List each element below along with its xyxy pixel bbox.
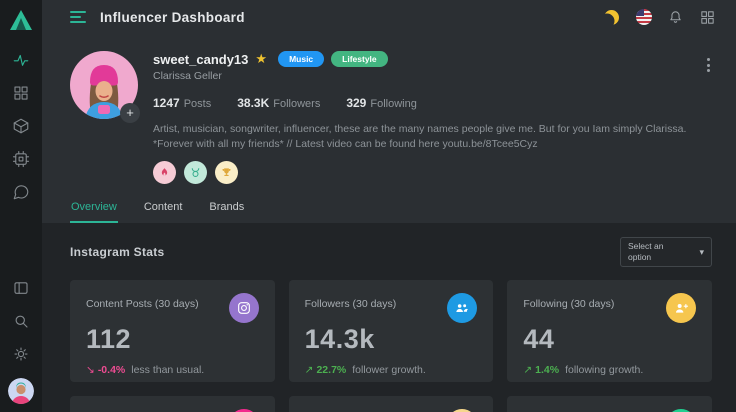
top-header: Influencer Dashboard <box>42 0 736 34</box>
card-following: Following (30 days) 44 ↗ 1.4% following … <box>507 280 712 382</box>
trend-up-arrow-icon: ↗ <box>305 364 314 376</box>
profile-tabs: Overview Content Brands <box>42 196 736 223</box>
card-label: Followers (30 days) <box>305 293 397 310</box>
profile-avatar-wrap: + <box>70 51 138 119</box>
card-growth: ↘ -0.4% less than usual. <box>86 364 259 376</box>
card-profile-views: Profile Views (30 days) <box>507 396 712 412</box>
settings-gear-icon[interactable] <box>12 345 30 363</box>
sidebar-nav <box>12 51 30 201</box>
profile-kebab-menu-icon[interactable] <box>705 56 712 74</box>
card-label: Following (30 days) <box>523 293 614 310</box>
flame-icon <box>153 161 176 184</box>
influencer-dashboard-app: Influencer Dashboard <box>0 0 736 412</box>
section-title: Instagram Stats <box>70 245 165 259</box>
app-logo-triangle-icon[interactable] <box>8 7 34 33</box>
main-area: Influencer Dashboard <box>42 0 736 412</box>
medal-icon <box>184 161 207 184</box>
package-icon[interactable] <box>12 117 30 135</box>
sidebar-bottom <box>12 279 30 363</box>
sidebar-user-avatar[interactable] <box>8 378 34 404</box>
profile-section: + sweet_candy13 ★ Music Lifestyle Claris… <box>42 34 736 196</box>
card-value: 112 <box>86 324 259 355</box>
chevron-down-icon: ▾ <box>699 247 704 258</box>
tab-content[interactable]: Content <box>143 196 184 223</box>
hamburger-menu-icon[interactable] <box>70 11 88 23</box>
page-title: Influencer Dashboard <box>100 10 245 25</box>
dashboard-grid-icon[interactable] <box>12 84 30 102</box>
card-followers: Followers (30 days) 14.3k ↗ 22.7% follow… <box>289 280 494 382</box>
tag-lifestyle[interactable]: Lifestyle <box>331 51 388 67</box>
stat-following: 329Following <box>346 94 417 112</box>
card-value: 44 <box>523 324 696 355</box>
tab-overview[interactable]: Overview <box>70 196 118 223</box>
cpu-icon[interactable] <box>12 150 30 168</box>
profile-stats: 1247Posts 38.3KFollowers 329Following <box>153 94 716 112</box>
trend-up-arrow-icon: ↗ <box>523 364 532 376</box>
language-us-flag-icon[interactable] <box>635 9 652 26</box>
trend-down-arrow-icon: ↘ <box>86 364 95 376</box>
add-story-button[interactable]: + <box>120 103 140 123</box>
tag-music[interactable]: Music <box>278 51 324 67</box>
search-icon[interactable] <box>12 312 30 330</box>
profile-username: sweet_candy13 <box>153 52 248 67</box>
layout-panel-icon[interactable] <box>12 279 30 297</box>
chat-icon[interactable] <box>12 183 30 201</box>
stats-cards-row-1: Content Posts (30 days) 112 ↘ -0.4% less… <box>70 280 712 382</box>
tab-brands[interactable]: Brands <box>208 196 245 223</box>
card-growth: ↗ 1.4% following growth. <box>523 364 696 376</box>
profile-fullname: Clarissa Geller <box>153 70 716 82</box>
card-value: 14.3k <box>305 324 478 355</box>
dark-mode-moon-icon[interactable] <box>603 9 620 26</box>
stats-cards-row-2: Likes (30 days) Comments (30 days) <box>70 396 712 412</box>
star-badge-icon: ★ <box>255 51 267 67</box>
users-icon <box>447 293 477 323</box>
dropdown-label: Select an option <box>628 241 686 262</box>
card-label: Content Posts (30 days) <box>86 293 199 310</box>
sidebar <box>0 0 42 412</box>
user-plus-icon <box>666 293 696 323</box>
card-content-posts: Content Posts (30 days) 112 ↘ -0.4% less… <box>70 280 275 382</box>
instagram-stats-panel: Instagram Stats Select an option ▾ Conte… <box>42 223 736 412</box>
achievement-badges <box>153 161 716 184</box>
card-growth: ↗ 22.7% follower growth. <box>305 364 478 376</box>
trophy-icon <box>215 161 238 184</box>
profile-bio: Artist, musician, songwriter, influencer… <box>153 122 708 152</box>
apps-grid-icon[interactable] <box>699 9 716 26</box>
card-likes: Likes (30 days) <box>70 396 275 412</box>
stat-posts: 1247Posts <box>153 94 211 112</box>
card-comments: Comments (30 days) <box>289 396 494 412</box>
stats-filter-dropdown[interactable]: Select an option ▾ <box>620 237 712 266</box>
profile-info: sweet_candy13 ★ Music Lifestyle Clarissa… <box>153 51 716 196</box>
notifications-bell-icon[interactable] <box>667 9 684 26</box>
activity-icon[interactable] <box>12 51 30 69</box>
header-actions <box>603 9 716 26</box>
instagram-icon <box>229 293 259 323</box>
stat-followers: 38.3KFollowers <box>237 94 320 112</box>
